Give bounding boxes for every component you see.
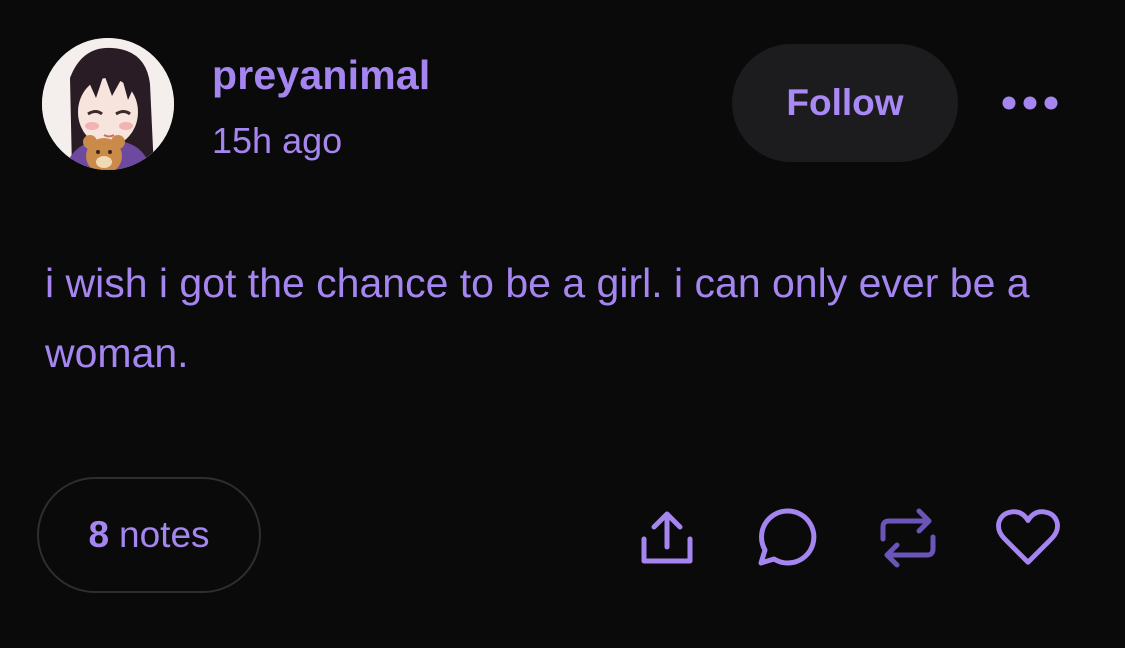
follow-button[interactable]: Follow (732, 44, 958, 162)
notes-label: notes (119, 514, 210, 555)
more-options-button[interactable] (994, 86, 1066, 120)
reblog-button[interactable] (875, 505, 941, 571)
heart-icon (996, 509, 1060, 565)
share-button[interactable] (634, 505, 700, 571)
speech-bubble-icon (758, 508, 817, 566)
avatar[interactable] (42, 38, 174, 170)
post-card: preyanimal 15h ago Follow i wish i got t… (0, 0, 1125, 648)
reply-button[interactable] (754, 505, 820, 571)
notes-count: 8 (88, 514, 110, 555)
reblog-arrows-icon (880, 508, 936, 568)
share-upload-icon (641, 511, 693, 564)
like-button[interactable] (995, 505, 1061, 571)
notes-button[interactable]: 8 notes (37, 477, 261, 593)
more-horizontal-icon (1002, 96, 1058, 110)
username[interactable]: preyanimal (212, 52, 431, 99)
avatar-image (42, 38, 174, 170)
post-timestamp: 15h ago (212, 120, 343, 161)
post-text: i wish i got the chance to be a girl. i … (45, 260, 1030, 376)
